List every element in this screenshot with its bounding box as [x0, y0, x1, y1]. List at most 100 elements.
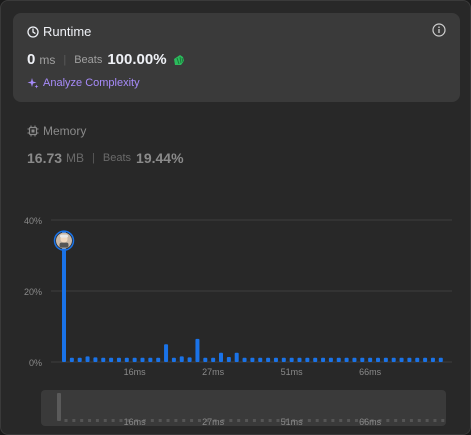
- navigator-bar: [119, 419, 123, 422]
- chart-bar[interactable]: [93, 357, 98, 362]
- navigator-bar: [80, 419, 84, 422]
- y-tick-label: 40%: [24, 216, 42, 226]
- chart-bar[interactable]: [273, 357, 278, 362]
- chip-icon: [27, 125, 39, 137]
- navigator-bar: [103, 419, 107, 422]
- avatar-hair: [60, 234, 68, 238]
- navigator-bar: [347, 419, 351, 422]
- chart-bar[interactable]: [171, 357, 176, 362]
- chart-bar[interactable]: [219, 352, 223, 362]
- chart-bar[interactable]: [399, 357, 404, 362]
- memory-title[interactable]: Memory: [43, 124, 86, 138]
- chart-range-navigator[interactable]: 16ms 27ms 51ms 66ms: [41, 390, 446, 427]
- chart-bar[interactable]: [336, 357, 341, 362]
- navigator-bar: [111, 419, 115, 422]
- runtime-beats-value: 100.00%: [107, 51, 167, 68]
- chart-bar[interactable]: [85, 356, 90, 362]
- navigator-handle[interactable]: [57, 393, 61, 421]
- info-button[interactable]: [432, 23, 446, 37]
- chart-bar[interactable]: [391, 357, 396, 362]
- memory-tab[interactable]: Memory: [27, 124, 86, 138]
- chart-bar[interactable]: [77, 357, 82, 362]
- separator: |: [92, 152, 95, 164]
- navigator-bar: [315, 419, 319, 422]
- info-icon[interactable]: [432, 23, 446, 37]
- chart-bar[interactable]: [69, 357, 74, 362]
- chart-bar[interactable]: [383, 357, 388, 362]
- chart-bar[interactable]: [313, 357, 318, 362]
- navigator-tick-label: 27ms: [202, 417, 225, 426]
- chart-bar[interactable]: [352, 357, 357, 362]
- chart-bar[interactable]: [116, 357, 121, 362]
- navigator-bar: [323, 419, 327, 422]
- x-tick-label: 51ms: [281, 367, 304, 377]
- chart-bar[interactable]: [266, 357, 271, 362]
- sparkle-icon: [27, 78, 39, 89]
- chart-bar[interactable]: [344, 357, 349, 362]
- navigator-bar: [402, 419, 406, 422]
- chart-bar[interactable]: [430, 357, 435, 362]
- chart-bar[interactable]: [258, 357, 263, 362]
- navigator-tick-label: 66ms: [359, 417, 382, 426]
- navigator-bar: [245, 419, 249, 422]
- chart-bar[interactable]: [250, 357, 255, 362]
- chart-bar[interactable]: [368, 357, 373, 362]
- chart-bar[interactable]: [376, 357, 380, 362]
- chart-bar[interactable]: [297, 357, 302, 362]
- runtime-distribution-chart[interactable]: 40% 20% 0% 16ms 27ms 51ms 66ms: [1, 201, 470, 386]
- chart-bar[interactable]: [423, 357, 428, 362]
- clap-emoji-icon: [173, 54, 184, 65]
- memory-beats-value: 19.44%: [136, 150, 184, 166]
- chart-bar[interactable]: [148, 357, 153, 362]
- chart-bar[interactable]: [156, 357, 161, 362]
- chart-bar[interactable]: [234, 352, 239, 362]
- navigator-bar: [95, 419, 99, 422]
- chart-bar[interactable]: [109, 357, 114, 362]
- x-tick-label: 16ms: [124, 367, 147, 377]
- chart-bar[interactable]: [407, 357, 412, 362]
- runtime-card[interactable]: Runtime 0 ms | Beats 100.00% Analyze Com…: [13, 13, 460, 102]
- navigator-bar: [174, 419, 178, 422]
- chart-bar[interactable]: [101, 357, 106, 362]
- navigator-bar: [252, 419, 256, 422]
- navigator-bar: [260, 419, 264, 422]
- navigator-bar: [88, 419, 92, 422]
- chart-bar[interactable]: [226, 357, 231, 362]
- chart-bar[interactable]: [211, 357, 216, 362]
- navigator-bar: [276, 419, 280, 422]
- chart-bar[interactable]: [140, 357, 145, 362]
- chart-bar[interactable]: [195, 338, 200, 362]
- chart-bar[interactable]: [321, 357, 326, 362]
- chart-bar[interactable]: [179, 356, 184, 362]
- chart-bar[interactable]: [124, 357, 129, 362]
- chart-bar[interactable]: [305, 357, 310, 362]
- analyze-complexity-label[interactable]: Analyze Complexity: [43, 77, 140, 89]
- chart-bar[interactable]: [164, 344, 169, 362]
- submission-detail-panel: Runtime 0 ms | Beats 100.00% Analyze Com…: [0, 0, 471, 435]
- chart-bar[interactable]: [281, 357, 286, 362]
- navigator-bar: [229, 419, 233, 422]
- chart-bar[interactable]: [289, 357, 294, 362]
- navigator-bar: [182, 419, 186, 422]
- y-tick-label: 0%: [29, 358, 42, 368]
- navigator-bar: [394, 419, 398, 422]
- navigator-bar: [190, 419, 194, 422]
- navigator-track[interactable]: 16ms 27ms 51ms 66ms: [41, 390, 446, 427]
- chart-bar[interactable]: [242, 357, 247, 362]
- runtime-stats: 0 ms | Beats 100.00%: [27, 51, 187, 68]
- chart-bar[interactable]: [187, 357, 192, 362]
- chart-bar[interactable]: [415, 357, 420, 362]
- chart-bar[interactable]: [360, 357, 365, 362]
- memory-beats-label: Beats: [102, 152, 132, 164]
- memory-unit: MB: [66, 151, 85, 165]
- navigator-bar: [425, 419, 429, 422]
- navigator-bar: [150, 419, 154, 422]
- memory-value: 16.73: [27, 150, 63, 166]
- chart-bar[interactable]: [438, 357, 443, 362]
- navigator-bar: [166, 419, 170, 422]
- chart-bar[interactable]: [328, 357, 333, 362]
- chart-bar[interactable]: [132, 357, 137, 362]
- analyze-complexity-link[interactable]: Analyze Complexity: [27, 77, 140, 89]
- chart-bar[interactable]: [203, 357, 208, 362]
- runtime-value: 0: [27, 51, 36, 68]
